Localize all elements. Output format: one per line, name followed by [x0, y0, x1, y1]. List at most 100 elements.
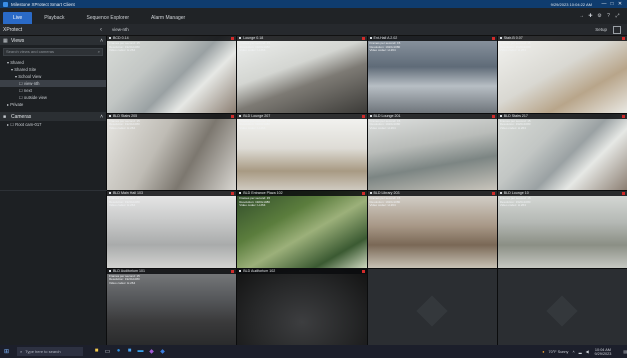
camera-stat-line: Video codec: H.264	[239, 203, 266, 208]
network-icon[interactable]: ▂	[579, 349, 582, 354]
camera-name: BLD Auditorium 102	[243, 268, 276, 273]
file-explorer-icon[interactable]: ■	[91, 348, 102, 355]
views-tree-item[interactable]: ▾ Shared Site	[0, 66, 106, 73]
camera-video-feed	[237, 268, 367, 345]
camera-tile[interactable]: BLD Library 203 Frames per second: 15 Reso…	[367, 191, 497, 268]
edge-icon[interactable]: ●	[113, 348, 124, 355]
windows-start-icon[interactable]: ⊞	[4, 348, 12, 355]
camera-tile[interactable]: BLD Entrance Plaza 102 Frames per second:…	[237, 191, 367, 268]
camera-title-bar[interactable]: BLD Lounge 201	[367, 113, 497, 119]
weather-text[interactable]: 70°F Sunny	[549, 350, 569, 354]
panel-divider[interactable]	[0, 190, 107, 191]
views-tree-item[interactable]: ▾ School View	[0, 73, 106, 80]
notification-icon[interactable]: ▤	[623, 349, 627, 354]
chevron-up-icon[interactable]: ˄	[100, 38, 103, 44]
camera-title-bar[interactable]: BLD Auditorium 102	[237, 268, 367, 274]
views-tree-item[interactable]: ☐ view-nth	[0, 80, 106, 87]
camera-status-icon	[369, 114, 372, 117]
recording-indicator-icon	[361, 37, 365, 40]
camera-stat-line: Video codec: H.264	[369, 48, 396, 53]
camera-tile[interactable]: BLD Auditorium 101 Frames per second: 15 R…	[107, 268, 237, 345]
main-tab-bar: Live Playback Sequence Explorer Alarm Ma…	[0, 8, 627, 24]
camera-tile[interactable]: BLD Lounge 201 Frames per second: 15 Resol…	[367, 113, 497, 190]
views-tree-item[interactable]: ☐ outside view	[0, 94, 106, 101]
views-search-input[interactable]: Search views and cameras ⌕	[3, 48, 103, 56]
system-tray: ● 70°F Sunny ˄ ▂ ◀ 10:04 AM 9/29/2023 ▤	[538, 348, 627, 356]
recording-indicator-icon	[231, 37, 235, 40]
camera-tile[interactable]: BLD Main Hall 103 Frames per second: 15 Re…	[107, 191, 237, 268]
clock-date: 9/29/2023	[594, 351, 612, 356]
recording-indicator-icon	[231, 269, 235, 273]
empty-view-slot[interactable]	[497, 268, 627, 345]
tab-sequence-explorer[interactable]: Sequence Explorer	[76, 12, 139, 24]
collapse-sidebar-icon[interactable]: ‹	[100, 27, 108, 33]
cameras-panel-header[interactable]: ■ Cameras ˄	[0, 112, 106, 121]
camera-tile[interactable]: BLD Stairs 205 Frames per second: 15 Resol…	[107, 113, 237, 190]
camera-title-bar[interactable]: BLD Stairs 217	[497, 113, 627, 119]
camera-status-icon	[499, 192, 502, 194]
camera-title-bar[interactable]: BLD Auditorium 101	[107, 268, 237, 274]
tab-playback[interactable]: Playback	[34, 12, 74, 24]
title-clock: 9/29/2023 10:04:22 AM	[550, 1, 592, 7]
camera-name: BCD 0.14	[113, 36, 129, 40]
settings-icon[interactable]: ◆	[146, 348, 157, 355]
taskbar-search-input[interactable]: ⌕ Type here to search	[17, 347, 83, 356]
views-tree-item[interactable]: ▾ Shared	[0, 59, 106, 66]
fullscreen-icon[interactable]	[613, 25, 621, 34]
chevron-up-icon[interactable]: ˄	[100, 114, 103, 120]
camera-stat-line: Video codec: H.264	[499, 48, 526, 53]
weather-icon[interactable]: ●	[542, 350, 544, 354]
minimize-button[interactable]: —	[600, 1, 608, 8]
views-icon: ▦	[3, 37, 8, 44]
volume-icon[interactable]: ◀	[586, 349, 589, 354]
search-placeholder: Search views and cameras	[6, 49, 55, 54]
maximize-button[interactable]: □	[608, 1, 616, 8]
taskbar-clock[interactable]: 10:04 AM 9/29/2023	[595, 348, 612, 356]
store-icon[interactable]: ■	[124, 348, 135, 355]
tab-alarm-manager[interactable]: Alarm Manager	[141, 12, 195, 24]
taskbar-search-placeholder: Type here to search	[25, 349, 61, 354]
camera-status-icon	[499, 114, 502, 117]
pin-icon[interactable]: ✚	[587, 13, 594, 19]
views-tree-item[interactable]: ▸ Private	[0, 101, 106, 108]
camera-status-icon	[239, 37, 242, 39]
camera-tile[interactable]: BLD Auditorium 102	[237, 268, 367, 345]
recording-indicator-icon	[622, 114, 625, 118]
camera-tile[interactable]: BLD Lounge 10 Frames per second: 15 Resolu…	[497, 191, 627, 268]
empty-view-slot[interactable]	[367, 268, 497, 345]
camera-title-bar[interactable]: BLD Stairs 205	[107, 113, 237, 119]
close-button[interactable]: ✕	[616, 1, 624, 8]
clock-time: 10:04 AM	[594, 347, 611, 352]
camera-tile[interactable]: Ent-Hall A 2.02 Frames per second: 15 Reso…	[367, 36, 497, 113]
camera-tile[interactable]: BCD 0.14 Frames per second: 15 Resolution:…	[107, 36, 237, 113]
camera-grid: BCD 0.14 Frames per second: 15 Resolution:…	[107, 36, 627, 345]
cameras-tree: ▸ ☐ Root cam-017	[0, 121, 106, 128]
camera-stats-overlay: Frames per second: 15 Resolution: 1920x10…	[109, 41, 140, 53]
mail-icon[interactable]: ▬	[135, 348, 146, 355]
camera-stat-line: Video codec: H.264	[109, 203, 136, 208]
title-bar: Milestone XProtect Smart Client 9/29/202…	[0, 0, 627, 8]
views-panel-header[interactable]: ▦ Views ˄	[0, 36, 106, 45]
cameras-tree-item[interactable]: ▸ ☐ Root cam-017	[0, 121, 106, 128]
expand-icon[interactable]: ⤢	[614, 13, 621, 19]
chevron-up-icon[interactable]: ˄	[572, 350, 574, 354]
recording-indicator-icon	[491, 192, 495, 195]
camera-name: BLD Lounge 201	[373, 113, 401, 118]
help-icon[interactable]: ?	[605, 13, 612, 19]
camera-title-bar[interactable]: BLD Lounge 207	[237, 113, 367, 119]
setup-button[interactable]: Setup	[595, 27, 607, 32]
recording-indicator-icon	[622, 37, 625, 40]
views-tree-item[interactable]: ☐ next	[0, 87, 106, 94]
app-icon[interactable]: ◆	[157, 348, 168, 355]
camera-tile[interactable]: Lounge 0.18 Frames per second: 15 Resoluti…	[237, 36, 367, 113]
arrow-icon[interactable]: →	[578, 13, 585, 19]
camera-tile[interactable]: Stair-B 0.07 Frames per second: 15 Resolut…	[497, 36, 627, 113]
tab-live[interactable]: Live	[3, 12, 33, 24]
camera-stat-line: Video codec: H.264	[109, 125, 136, 130]
window-title: Milestone XProtect Smart Client	[11, 1, 75, 7]
camera-tile[interactable]: BLD Stairs 217 Frames per second: 15 Resol…	[497, 113, 627, 190]
camera-tile[interactable]: BLD Lounge 207 Frames per second: 15 Resol…	[237, 113, 367, 190]
gear-icon[interactable]: ⚙	[596, 13, 603, 19]
camera-stats-overlay: Frames per second: 15 Resolution: 1920x10…	[109, 119, 140, 131]
task-view-icon[interactable]: ▭	[102, 348, 113, 355]
